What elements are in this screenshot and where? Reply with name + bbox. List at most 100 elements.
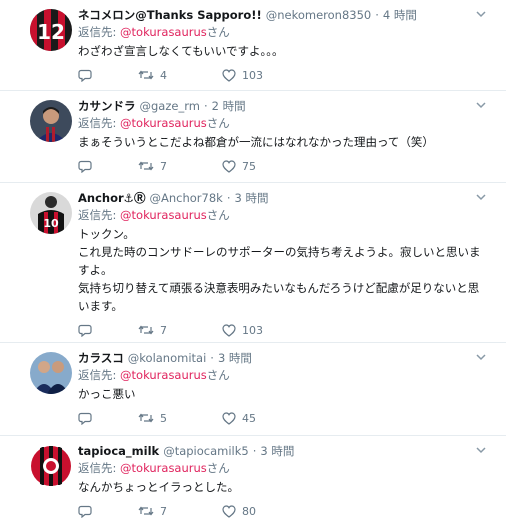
avatar[interactable]: 12 bbox=[30, 9, 72, 51]
like-count: 103 bbox=[242, 323, 263, 337]
reply-prefix: 返信先: bbox=[78, 368, 121, 382]
retweet-icon bbox=[138, 70, 154, 80]
timestamp[interactable]: 3 時間 bbox=[218, 351, 252, 366]
user-handle[interactable]: @kolanomitai bbox=[128, 351, 207, 366]
display-name[interactable]: tapioca_milk bbox=[78, 444, 159, 459]
timestamp[interactable]: 3 時間 bbox=[260, 444, 294, 459]
tweet-text: なんかちょっとイラっとした。 bbox=[78, 480, 239, 494]
reply-context: 返信先: @tokurasaurusさん bbox=[78, 368, 494, 383]
reply-prefix: 返信先: bbox=[78, 25, 121, 39]
reply-mention-link[interactable]: @tokurasaurus bbox=[120, 208, 207, 222]
avatar[interactable] bbox=[30, 445, 72, 487]
reply-context: 返信先: @tokurasaurusさん bbox=[78, 25, 494, 40]
tweet[interactable]: 10 Anchor⚓Ⓡ @Anchor78k · 3 時間 返信先: @toku… bbox=[0, 183, 506, 343]
reply-button[interactable] bbox=[78, 324, 138, 337]
tweet[interactable]: 12 ネコメロン@Thanks Sapporo!! @nekomeron8350… bbox=[0, 0, 506, 91]
tweet-header: カラスコ @kolanomitai · 3 時間 bbox=[78, 351, 494, 366]
tweet-header: tapioca_milk @tapiocamilk5 · 3 時間 bbox=[78, 444, 494, 459]
like-count: 103 bbox=[242, 68, 263, 82]
reply-mention-link[interactable]: @tokurasaurus bbox=[120, 368, 207, 382]
separator: · bbox=[375, 8, 379, 22]
like-button[interactable]: 75 bbox=[222, 160, 292, 173]
tweet-text-line: います。 bbox=[78, 299, 123, 313]
retweet-button[interactable]: 7 bbox=[138, 160, 222, 173]
tweet-text-line: すよ。 bbox=[78, 263, 113, 277]
tweet-text-line: これ見た時のコンサドーレのサポーターの気持ち考えようよ。寂しいと思いま bbox=[78, 245, 481, 259]
like-button[interactable]: 80 bbox=[222, 505, 292, 518]
like-icon bbox=[222, 159, 236, 173]
display-name[interactable]: ネコメロン@Thanks Sapporo!! bbox=[78, 8, 262, 23]
reply-icon bbox=[78, 412, 92, 425]
tweet[interactable]: tapioca_milk @tapiocamilk5 · 3 時間 返信先: @… bbox=[0, 436, 506, 526]
avatar[interactable]: 10 bbox=[30, 192, 72, 234]
svg-text:10: 10 bbox=[43, 217, 59, 230]
timestamp[interactable]: 2 時間 bbox=[212, 99, 246, 114]
retweet-button[interactable]: 4 bbox=[138, 69, 222, 82]
retweet-icon bbox=[138, 413, 154, 423]
avatar[interactable] bbox=[30, 352, 72, 394]
retweet-icon bbox=[138, 506, 154, 516]
like-button[interactable]: 103 bbox=[222, 69, 292, 82]
tweet-text-line: 気持ち切り替えて頑張る決意表明みたいなもんだろうけど配慮が足りないと思 bbox=[78, 281, 480, 295]
reply-button[interactable] bbox=[78, 412, 138, 425]
tweet-text: まぁそういうとこだよね都倉が一流にはなれなかった理由って（笑） bbox=[78, 135, 434, 149]
like-icon bbox=[222, 411, 236, 425]
reply-mention-link[interactable]: @tokurasaurus bbox=[120, 116, 207, 130]
timestamp[interactable]: 3 時間 bbox=[234, 191, 268, 206]
tweet[interactable]: カラスコ @kolanomitai · 3 時間 返信先: @tokurasau… bbox=[0, 343, 506, 436]
reply-context: 返信先: @tokurasaurusさん bbox=[78, 208, 494, 223]
retweet-count: 7 bbox=[160, 323, 167, 337]
like-icon bbox=[222, 68, 236, 82]
like-button[interactable]: 45 bbox=[222, 412, 292, 425]
retweet-icon bbox=[138, 161, 154, 171]
retweet-button[interactable]: 5 bbox=[138, 412, 222, 425]
user-handle[interactable]: @gaze_rm bbox=[140, 99, 200, 114]
reply-context: 返信先: @tokurasaurusさん bbox=[78, 116, 494, 131]
like-icon bbox=[222, 323, 236, 337]
tweet-text-line: トックン。 bbox=[78, 227, 135, 241]
retweet-count: 7 bbox=[160, 504, 167, 518]
tweet-actions: 7 103 bbox=[78, 321, 494, 339]
chevron-down-icon[interactable] bbox=[476, 353, 486, 361]
user-handle[interactable]: @Anchor78k bbox=[149, 191, 222, 206]
timestamp[interactable]: 4 時間 bbox=[383, 8, 417, 23]
avatar[interactable] bbox=[30, 100, 72, 142]
reply-suffix: さん bbox=[206, 116, 230, 130]
reply-mention-link[interactable]: @tokurasaurus bbox=[120, 461, 207, 475]
reply-suffix: さん bbox=[206, 208, 230, 222]
display-name[interactable]: カサンドラ bbox=[78, 99, 136, 114]
retweet-button[interactable]: 7 bbox=[138, 324, 222, 337]
svg-text:12: 12 bbox=[37, 20, 65, 44]
tweet-actions: 7 80 bbox=[78, 502, 494, 520]
reply-button[interactable] bbox=[78, 69, 138, 82]
reply-suffix: さん bbox=[206, 368, 230, 382]
reply-suffix: さん bbox=[206, 25, 230, 39]
chevron-down-icon[interactable] bbox=[476, 10, 486, 18]
user-handle[interactable]: @nekomeron8350 bbox=[266, 8, 372, 23]
retweet-count: 7 bbox=[160, 159, 167, 173]
user-handle[interactable]: @tapiocamilk5 bbox=[163, 444, 249, 459]
retweet-button[interactable]: 7 bbox=[138, 505, 222, 518]
tweet-header: カサンドラ @gaze_rm · 2 時間 bbox=[78, 99, 494, 114]
chevron-down-icon[interactable] bbox=[476, 193, 486, 201]
retweet-count: 4 bbox=[160, 68, 167, 82]
tweet-actions: 7 75 bbox=[78, 157, 494, 175]
display-name[interactable]: カラスコ bbox=[78, 351, 124, 366]
tweet-feed: 12 ネコメロン@Thanks Sapporo!! @nekomeron8350… bbox=[0, 0, 506, 526]
display-name[interactable]: Anchor⚓Ⓡ bbox=[78, 191, 145, 206]
retweet-icon bbox=[138, 325, 154, 335]
like-count: 45 bbox=[242, 411, 256, 425]
like-count: 80 bbox=[242, 504, 256, 518]
tweet-actions: 5 45 bbox=[78, 409, 494, 427]
reply-icon bbox=[78, 505, 92, 518]
reply-context: 返信先: @tokurasaurusさん bbox=[78, 461, 494, 476]
tweet[interactable]: カサンドラ @gaze_rm · 2 時間 返信先: @tokurasaurus… bbox=[0, 91, 506, 183]
chevron-down-icon[interactable] bbox=[476, 446, 486, 454]
reply-button[interactable] bbox=[78, 160, 138, 173]
reply-button[interactable] bbox=[78, 505, 138, 518]
reply-suffix: さん bbox=[206, 461, 230, 475]
reply-mention-link[interactable]: @tokurasaurus bbox=[120, 25, 207, 39]
like-button[interactable]: 103 bbox=[222, 324, 292, 337]
reply-icon bbox=[78, 69, 92, 82]
chevron-down-icon[interactable] bbox=[476, 101, 486, 109]
